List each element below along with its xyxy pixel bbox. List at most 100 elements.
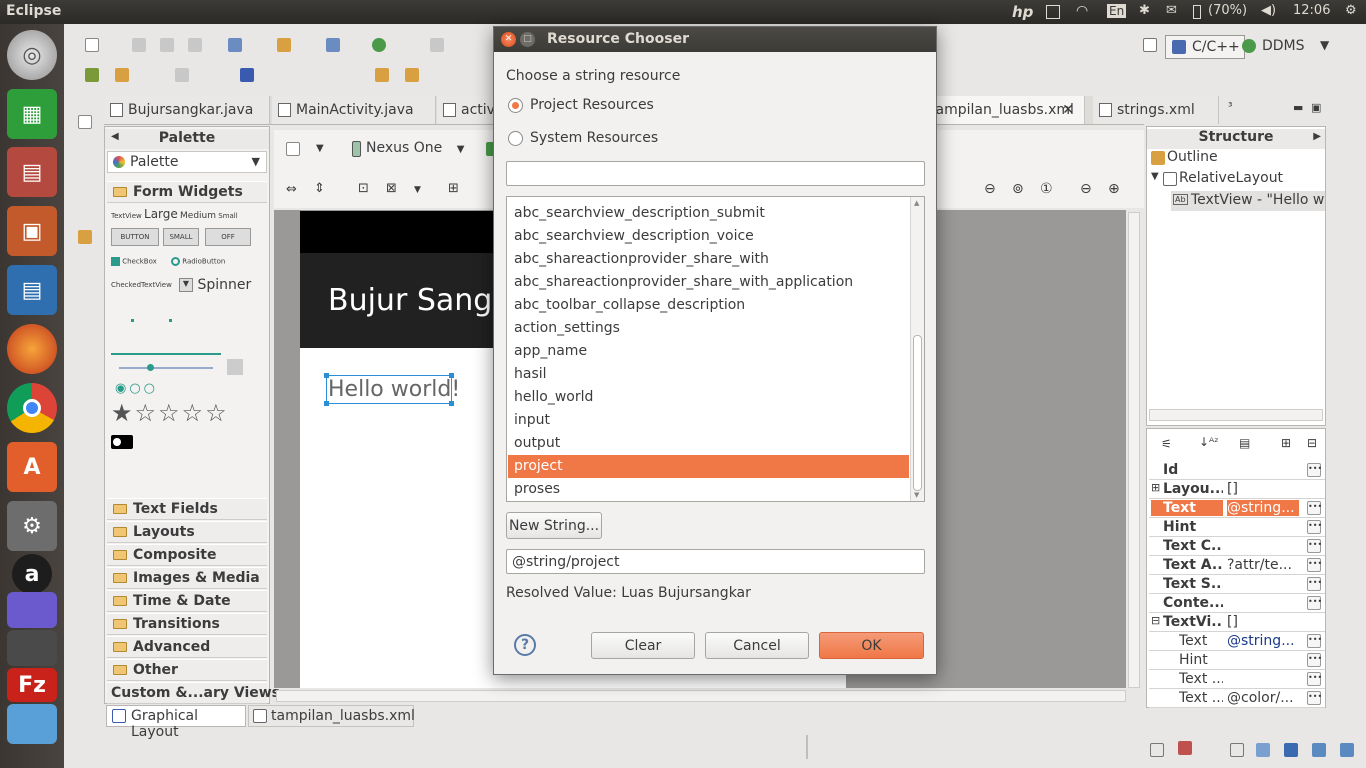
list-item[interactable]: app_name bbox=[508, 340, 909, 363]
build-icon[interactable] bbox=[430, 38, 444, 52]
more-options-icon[interactable]: ••• bbox=[1307, 463, 1322, 477]
tab-strings-xml[interactable]: strings.xml bbox=[1093, 96, 1219, 124]
list-scrollbar[interactable]: ▲ ▼ bbox=[910, 197, 924, 501]
perspective-ddms[interactable]: DDMS bbox=[1242, 38, 1305, 54]
gravity-icon[interactable]: ⊠ bbox=[386, 181, 397, 196]
more-options-icon[interactable]: ••• bbox=[1307, 672, 1322, 686]
keyboard-indicator[interactable]: En bbox=[1107, 4, 1127, 18]
list-item[interactable]: project bbox=[508, 455, 909, 478]
palette-mode-dropdown[interactable]: Palette ▼ bbox=[107, 151, 267, 173]
open-type-icon[interactable] bbox=[85, 68, 99, 82]
wifi-icon[interactable]: ◠ bbox=[1076, 3, 1088, 19]
canvas-vertical-scrollbar[interactable] bbox=[1128, 212, 1140, 688]
widget-small[interactable]: Small bbox=[218, 212, 237, 220]
selection-handle[interactable] bbox=[324, 401, 329, 406]
toggle-fill-height-icon[interactable]: ⇕ bbox=[314, 181, 325, 196]
back-icon[interactable] bbox=[375, 68, 389, 82]
ratingbar-icon[interactable]: ★☆☆☆☆ bbox=[111, 399, 229, 427]
save-all-icon[interactable] bbox=[160, 38, 174, 52]
maximize-icon[interactable]: □ bbox=[520, 32, 535, 47]
property-row[interactable]: Text C... ••• bbox=[1149, 537, 1325, 556]
scrollbar-thumb[interactable] bbox=[913, 335, 922, 491]
tab-mainactivity-java[interactable]: MainActivity.java bbox=[272, 96, 436, 124]
more-options-icon[interactable]: ••• bbox=[1307, 520, 1322, 534]
list-item[interactable]: hasil bbox=[508, 363, 909, 386]
filter-input[interactable] bbox=[506, 161, 925, 186]
battery-percent[interactable]: (70%) bbox=[1208, 3, 1247, 18]
libreoffice-calc-icon[interactable]: ▦ bbox=[7, 89, 57, 139]
list-item[interactable]: abc_shareactionprovider_share_with_appli… bbox=[508, 271, 909, 294]
radio-system-label[interactable]: System Resources bbox=[530, 130, 658, 146]
restore-icon[interactable] bbox=[1230, 743, 1244, 757]
workspace-switcher-icon[interactable] bbox=[7, 630, 57, 666]
open-perspective-icon[interactable] bbox=[1143, 38, 1157, 52]
property-value[interactable]: @string... bbox=[1227, 633, 1299, 649]
property-value[interactable]: @string... bbox=[1227, 500, 1299, 516]
libreoffice-impress-icon[interactable]: ▣ bbox=[7, 206, 57, 256]
help-icon[interactable]: ? bbox=[514, 634, 536, 656]
structure-horizontal-scrollbar[interactable] bbox=[1149, 409, 1323, 421]
debug-icon[interactable] bbox=[372, 38, 386, 52]
property-row[interactable]: Hint ••• bbox=[1149, 518, 1325, 537]
system-settings-icon[interactable]: ⚙ bbox=[7, 501, 57, 551]
palette-category-transitions[interactable]: Transitions bbox=[107, 613, 267, 635]
widget-button[interactable]: BUTTON bbox=[111, 228, 159, 246]
tab-xml-source[interactable]: tampilan_luasbs.xml bbox=[248, 705, 415, 727]
property-value[interactable]: [] bbox=[1227, 614, 1299, 630]
margins-icon[interactable]: ⊡ bbox=[358, 181, 369, 196]
property-row[interactable]: Text ... ••• bbox=[1149, 670, 1325, 689]
palette-category-custom-views[interactable]: Custom &...ary Views bbox=[107, 682, 280, 704]
progressbar-icon[interactable] bbox=[169, 319, 172, 322]
list-item[interactable]: output bbox=[508, 432, 909, 455]
palette-category-advanced[interactable]: Advanced bbox=[107, 636, 267, 658]
list-item[interactable]: action_settings bbox=[508, 317, 909, 340]
battery-icon[interactable] bbox=[1193, 5, 1201, 19]
property-row[interactable]: Text ... @color/... ••• bbox=[1149, 689, 1325, 708]
tab-bujursangkar-java[interactable]: Bujursangkar.java bbox=[104, 96, 270, 124]
restore-icon[interactable] bbox=[1150, 743, 1164, 757]
toggle-fill-width-icon[interactable]: ⇔ bbox=[286, 182, 297, 197]
selection-handle[interactable] bbox=[449, 401, 454, 406]
tree-item-relativelayout[interactable]: ▼ RelativeLayout bbox=[1151, 170, 1283, 186]
property-row[interactable]: ⊟ TextVi...[] bbox=[1149, 613, 1325, 632]
zoom-100-icon[interactable]: ① bbox=[1040, 181, 1053, 197]
palette-category-time-date[interactable]: Time & Date bbox=[107, 590, 267, 612]
close-icon[interactable]: ✕ bbox=[501, 32, 516, 47]
tasks-icon[interactable] bbox=[1256, 743, 1270, 757]
mail-indicator-icon[interactable]: ✉ bbox=[1166, 3, 1177, 18]
new-icon[interactable] bbox=[85, 38, 99, 52]
switch-icon[interactable] bbox=[111, 435, 133, 449]
widget-spinner[interactable]: ▼ Spinner bbox=[179, 277, 251, 293]
distribute-icon[interactable]: ⊞ bbox=[448, 181, 459, 196]
radio-project-resources[interactable] bbox=[508, 98, 523, 113]
property-row[interactable]: ⊞ Layou...[] bbox=[1149, 480, 1325, 499]
zoom-out-icon[interactable]: ⊖ bbox=[1080, 181, 1092, 197]
zoom-real-icon[interactable]: ⊚ bbox=[1012, 181, 1024, 197]
chevron-down-icon[interactable]: ▼ bbox=[414, 185, 421, 195]
forward-icon[interactable] bbox=[405, 68, 419, 82]
property-row[interactable]: Text S... ••• bbox=[1149, 575, 1325, 594]
list-item[interactable]: proses bbox=[508, 478, 909, 501]
palette-category-images-media[interactable]: Images & Media bbox=[107, 567, 267, 589]
restore-view-icon[interactable] bbox=[78, 230, 92, 244]
keyboard-layout-icon[interactable] bbox=[1046, 5, 1060, 19]
collapse-left-icon[interactable]: ◀ bbox=[111, 131, 119, 142]
tree-expand-icon[interactable]: ▼ bbox=[1151, 171, 1159, 182]
more-options-icon[interactable]: ••• bbox=[1307, 691, 1322, 705]
sort-az-icon[interactable]: ↓ᴬᶻ bbox=[1199, 435, 1219, 449]
libreoffice-writer-icon[interactable]: ▤ bbox=[7, 265, 57, 315]
selection-handle[interactable] bbox=[449, 373, 454, 378]
amazon-icon[interactable]: a bbox=[12, 554, 52, 594]
clock[interactable]: 12:06 bbox=[1293, 3, 1330, 18]
categorize-icon[interactable]: ▤ bbox=[1239, 436, 1250, 450]
volume-icon[interactable]: ◀) bbox=[1261, 3, 1276, 18]
progressbar-horizontal-icon[interactable] bbox=[111, 353, 221, 355]
hp-icon[interactable]: hp bbox=[1012, 3, 1033, 21]
more-options-icon[interactable]: ••• bbox=[1307, 577, 1322, 591]
widget-togglebutton[interactable]: OFF bbox=[205, 228, 251, 246]
filezilla-icon[interactable]: Fz bbox=[7, 668, 57, 702]
chrome-icon[interactable] bbox=[7, 383, 57, 433]
problems-icon[interactable] bbox=[1178, 741, 1192, 755]
progressbar-small-icon[interactable] bbox=[131, 319, 134, 322]
palette-category-text-fields[interactable]: Text Fields bbox=[107, 498, 267, 520]
